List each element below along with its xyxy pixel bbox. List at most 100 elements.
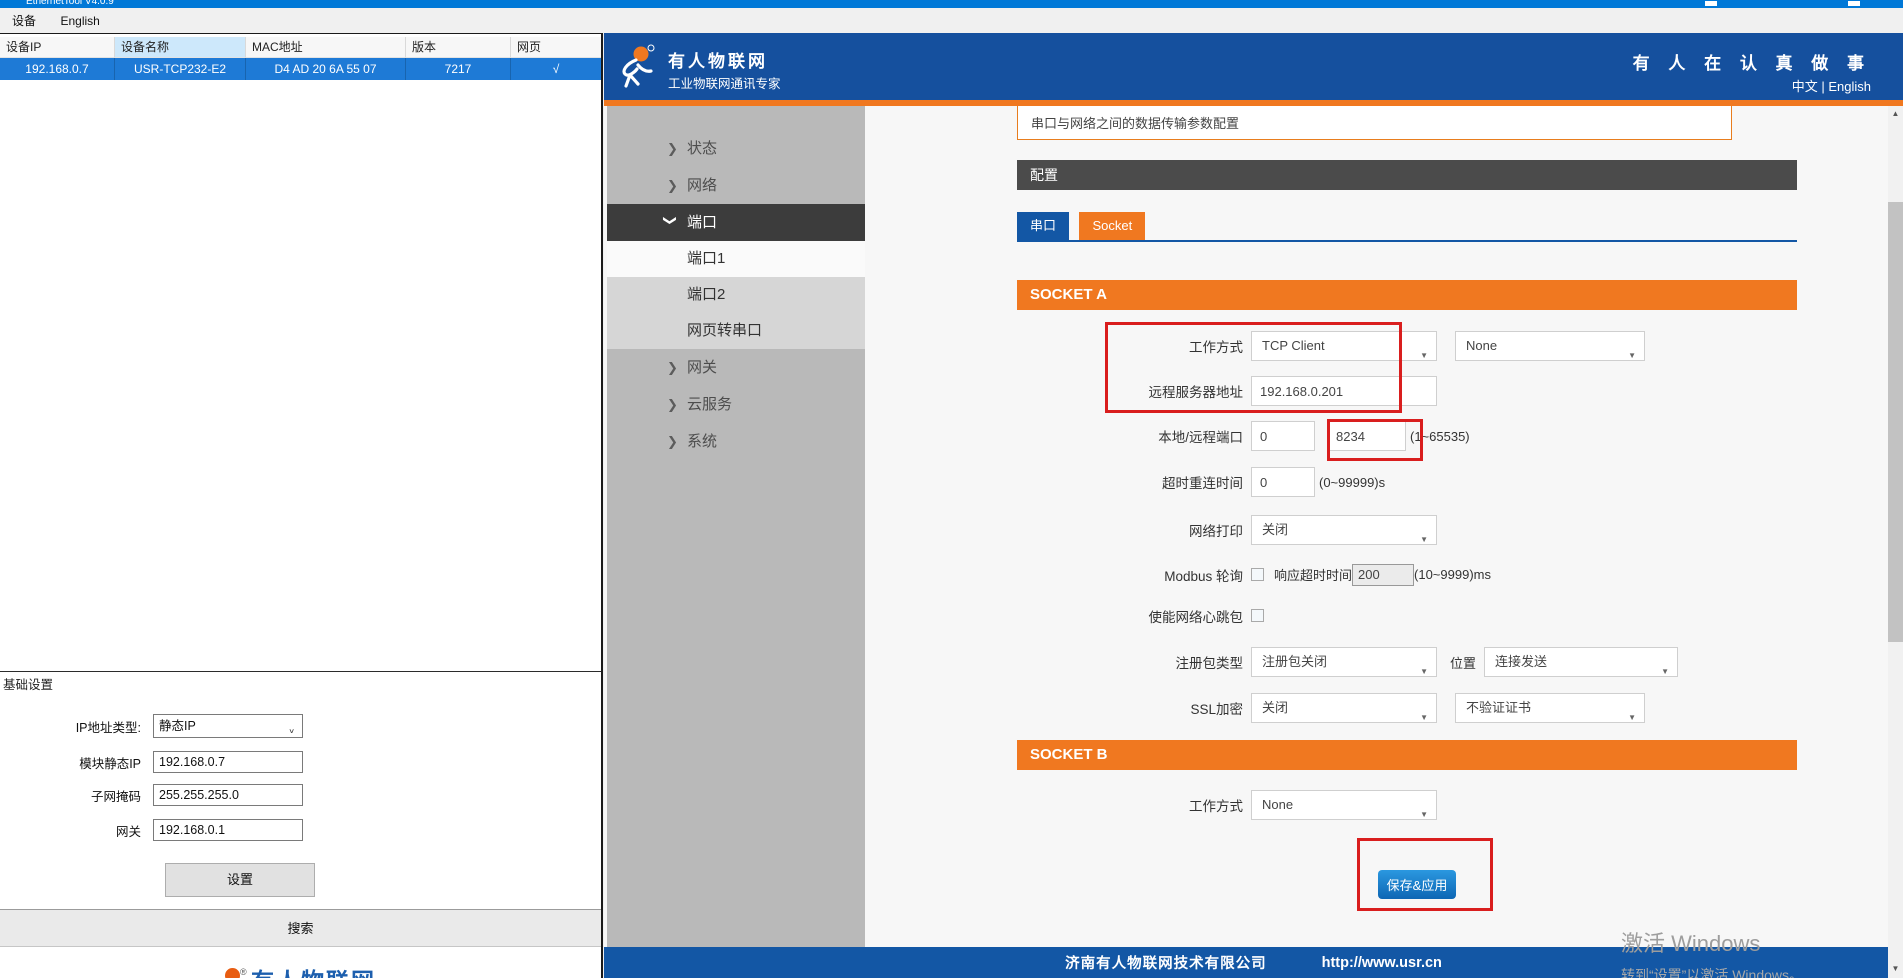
info-box: 串口与网络之间的数据传输参数配置 [1017, 106, 1732, 140]
modbus-row: Modbus 轮询 响应超时时间 (10~9999)ms [1017, 561, 1797, 588]
ip-type-select[interactable]: 静态IP ∨ [153, 714, 303, 738]
gateway-label: 网关 [0, 821, 153, 840]
chevron-down-icon: ❯ [652, 215, 689, 226]
menu-device[interactable]: 设备 [2, 8, 46, 33]
ssl-cert-select[interactable]: 不验证证书 ▼ [1455, 693, 1645, 723]
gateway-field[interactable] [153, 819, 303, 841]
menu-english[interactable]: English [50, 10, 109, 32]
ip-type-row: IP地址类型: 静态IP ∨ [0, 714, 330, 738]
scroll-up-icon[interactable]: ▲ [1888, 106, 1903, 122]
ssl-row: SSL加密 关闭 ▼ 不验证证书 ▼ [1017, 693, 1797, 723]
work-mode-label: 工作方式 [1017, 336, 1251, 356]
net-print-row: 网络打印 关闭 ▼ [1017, 515, 1797, 545]
net-print-select[interactable]: 关闭 ▼ [1251, 515, 1437, 545]
net-print-value: 关闭 [1262, 522, 1288, 537]
select-arrow-icon: ▼ [1628, 342, 1636, 370]
config-section-bar: 配置 [1017, 160, 1797, 190]
sidebar-label: 网关 [687, 359, 717, 376]
table-row[interactable]: 192.168.0.7 USR-TCP232-E2 D4 AD 20 6A 55… [0, 58, 601, 80]
work-mode-secondary-value: None [1466, 338, 1497, 353]
remote-server-label: 远程服务器地址 [1017, 381, 1251, 401]
reconnect-field[interactable] [1251, 467, 1315, 497]
work-mode-row: 工作方式 TCP Client ▼ None ▼ [1017, 331, 1797, 361]
select-arrow-icon: ▼ [1420, 526, 1428, 554]
ssl-select[interactable]: 关闭 ▼ [1251, 693, 1437, 723]
ssl-label: SSL加密 [1017, 698, 1251, 718]
vertical-scrollbar[interactable]: ▲ ▼ [1888, 106, 1903, 978]
socket-b-header: SOCKET B [1017, 740, 1797, 770]
set-button[interactable]: 设置 [165, 863, 315, 897]
usr-app-logo: ® 有人物联网 [0, 962, 601, 978]
col-device-name[interactable]: 设备名称 [115, 37, 246, 58]
select-arrow-icon: ▼ [1661, 658, 1669, 686]
sidebar-label: 云服务 [687, 396, 732, 413]
remote-server-field[interactable] [1251, 376, 1437, 406]
sidebar-item-web2serial[interactable]: 网页转串口 [607, 313, 865, 349]
ssl-cert-value: 不验证证书 [1466, 700, 1531, 715]
sidebar-item-status[interactable]: ❯ 状态 [607, 130, 865, 167]
remote-port-field[interactable] [1327, 421, 1406, 451]
cell-mac: D4 AD 20 6A 55 07 [246, 58, 406, 80]
work-mode-value: TCP Client [1262, 338, 1325, 353]
sidebar-item-system[interactable]: ❯ 系统 [607, 423, 865, 460]
reconnect-range-hint: (0~99999)s [1319, 475, 1385, 490]
modbus-timeout-field [1352, 564, 1414, 586]
device-table: 设备IP 设备名称 MAC地址 版本 网页 192.168.0.7 USR-TC… [0, 37, 601, 80]
socket-b-work-mode-row: 工作方式 None ▼ [1017, 790, 1797, 820]
port-label: 本地/远程端口 [1017, 426, 1251, 446]
col-mac[interactable]: MAC地址 [246, 37, 406, 58]
sidebar-label: 网络 [687, 177, 717, 194]
scroll-down-icon[interactable]: ▼ [1888, 961, 1903, 977]
usr-logo-text: 有人物联网 [251, 968, 376, 978]
regpack-select[interactable]: 注册包关闭 ▼ [1251, 647, 1437, 677]
subnet-row: 子网掩码 [0, 784, 330, 806]
work-mode-select[interactable]: TCP Client ▼ [1251, 331, 1437, 361]
static-ip-row: 模块静态IP [0, 751, 330, 773]
footer-company: 济南有人物联网技术有限公司 [1065, 952, 1267, 973]
regpack-pos-value: 连接发送 [1495, 654, 1547, 669]
tab-socket[interactable]: Socket [1079, 212, 1145, 240]
minimize-icon[interactable] [1705, 1, 1717, 6]
cell-device-ip: 192.168.0.7 [0, 58, 115, 80]
maximize-icon[interactable] [1848, 1, 1860, 6]
save-apply-button[interactable]: 保存&应用 [1378, 870, 1456, 899]
work-mode-secondary-select[interactable]: None ▼ [1455, 331, 1645, 361]
socket-b-work-mode-select[interactable]: None ▼ [1251, 790, 1437, 820]
heartbeat-label: 使能网络心跳包 [1017, 606, 1251, 626]
heartbeat-checkbox[interactable] [1251, 609, 1264, 622]
sidebar-item-network[interactable]: ❯ 网络 [607, 167, 865, 204]
chevron-right-icon: ❯ [667, 386, 678, 423]
modbus-range-hint: (10~9999)ms [1414, 567, 1491, 582]
col-device-ip[interactable]: 设备IP [0, 37, 115, 58]
modbus-checkbox[interactable] [1251, 568, 1264, 581]
local-port-field[interactable] [1251, 421, 1315, 451]
footer-url[interactable]: http://www.usr.cn [1322, 955, 1442, 971]
chevron-right-icon: ❯ [667, 423, 678, 460]
tab-serial[interactable]: 串口 [1017, 212, 1069, 240]
select-arrow-icon: ▼ [1420, 704, 1428, 732]
sidebar-item-gateway[interactable]: ❯ 网关 [607, 349, 865, 386]
col-version[interactable]: 版本 [406, 37, 511, 58]
cell-webpage-check: √ [511, 58, 601, 80]
subnet-field[interactable] [153, 784, 303, 806]
scrollbar-thumb[interactable] [1888, 202, 1903, 642]
regpack-value: 注册包关闭 [1262, 654, 1327, 669]
sidebar-item-cloud[interactable]: ❯ 云服务 [607, 386, 865, 423]
ethernet-tool-panel: 设备IP 设备名称 MAC地址 版本 网页 192.168.0.7 USR-TC… [0, 33, 603, 978]
chevron-right-icon: ❯ [667, 349, 678, 386]
socket-a-header: SOCKET A [1017, 280, 1797, 310]
usr-logo-dot-icon [225, 968, 240, 978]
subnet-label: 子网掩码 [0, 786, 153, 805]
port-row: 本地/远程端口 (1~65535) [1017, 421, 1797, 451]
regpack-pos-select[interactable]: 连接发送 ▼ [1484, 647, 1678, 677]
remote-server-row: 远程服务器地址 [1017, 376, 1797, 406]
sidebar-item-port2[interactable]: 端口2 [607, 277, 865, 313]
socket-b-work-mode-label: 工作方式 [1017, 795, 1251, 815]
ip-type-label: IP地址类型: [0, 717, 153, 736]
col-webpage[interactable]: 网页 [511, 37, 601, 58]
search-button[interactable]: 搜索 [0, 909, 601, 947]
sidebar-item-port[interactable]: ❯ 端口 [607, 204, 865, 241]
static-ip-field[interactable] [153, 751, 303, 773]
language-switch[interactable]: 中文 | English [1792, 76, 1871, 95]
sidebar-item-port1[interactable]: 端口1 [607, 241, 865, 277]
